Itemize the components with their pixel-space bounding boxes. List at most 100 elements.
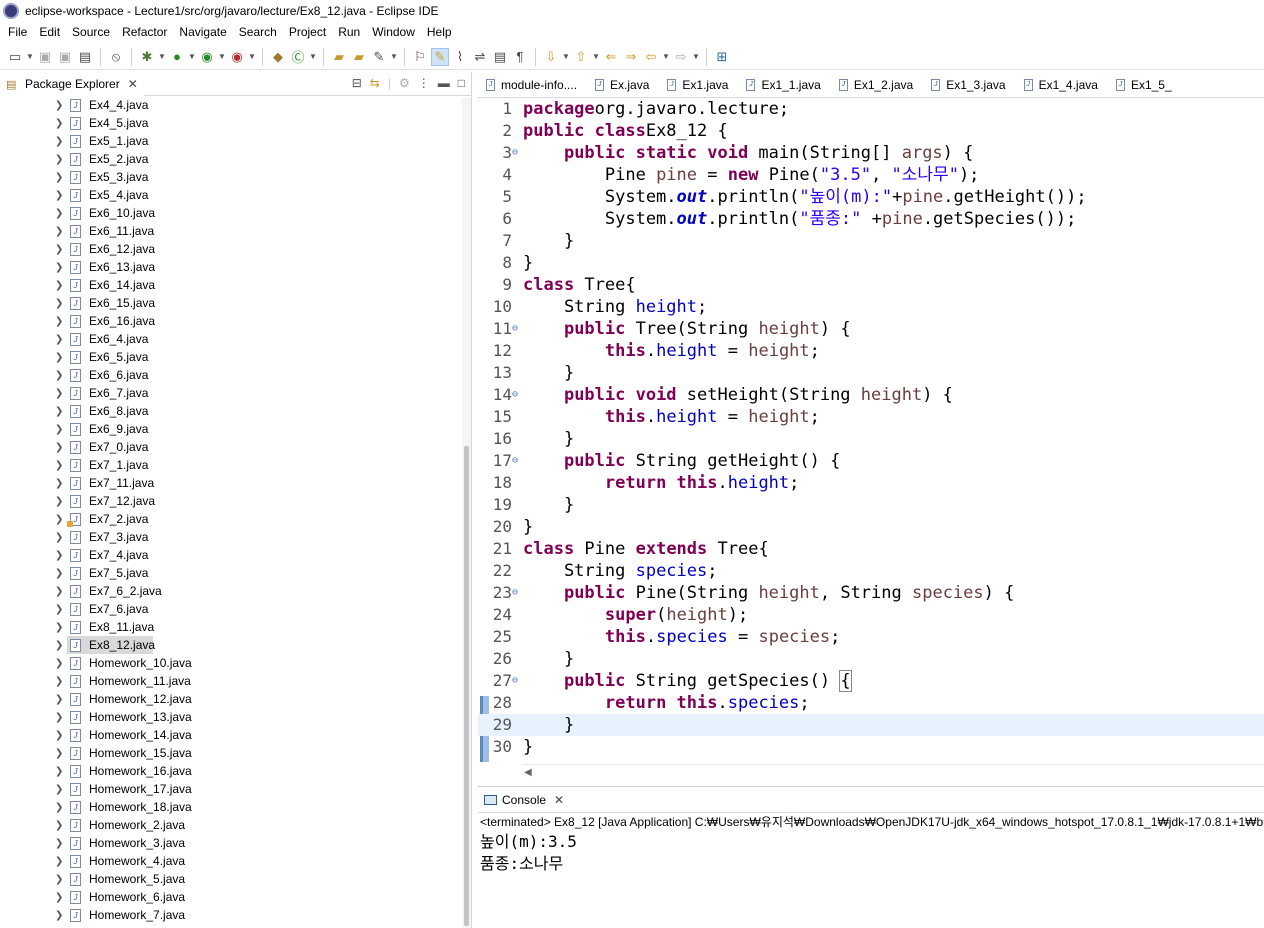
tree-item[interactable]: ❯ J Ex7_11.java: [0, 474, 462, 492]
save-icon[interactable]: ▣: [36, 48, 54, 66]
code-line[interactable]: 14 ⊖ public void setHeight(String height)…: [478, 384, 1264, 406]
tree-item[interactable]: ❯ J Ex4_5.java: [0, 114, 462, 132]
chevron-right-icon[interactable]: ❯: [55, 712, 63, 723]
chevron-right-icon[interactable]: ❯: [55, 172, 63, 183]
code-line[interactable]: 2 public classEx8_12 {: [478, 120, 1264, 142]
menu-run[interactable]: Run: [332, 25, 366, 39]
menu-edit[interactable]: Edit: [33, 25, 66, 39]
previous-annotation-icon[interactable]: ⇧: [572, 48, 590, 66]
external-tools-icon[interactable]: ◉: [228, 48, 246, 66]
chevron-right-icon[interactable]: ❯: [55, 424, 63, 435]
tree-item[interactable]: ❯ J Ex5_3.java: [0, 168, 462, 186]
chevron-right-icon[interactable]: ❯: [55, 640, 63, 651]
tree-item[interactable]: ❯ J Ex5_1.java: [0, 132, 462, 150]
tree-item[interactable]: ❯ J Ex6_11.java: [0, 222, 462, 240]
tree-item[interactable]: ❯ J Ex5_4.java: [0, 186, 462, 204]
fold-toggle-icon[interactable]: ⊖: [512, 142, 518, 164]
new-class-icon[interactable]: Ⓒ: [289, 48, 307, 66]
menu-search[interactable]: Search: [233, 25, 283, 39]
menu-refactor[interactable]: Refactor: [116, 25, 173, 39]
code-line[interactable]: 6 System.out.println("품종:" +pine.getSpec…: [478, 208, 1264, 230]
code-line[interactable]: 20}: [478, 516, 1264, 538]
code-line[interactable]: 21 class Pine extends Tree{: [478, 538, 1264, 560]
fold-toggle-icon[interactable]: ⊖: [512, 582, 518, 604]
tree-item[interactable]: ❯ J Ex6_9.java: [0, 420, 462, 438]
code-line[interactable]: 28 return this.species;: [478, 692, 1264, 714]
pilcrow-icon[interactable]: ¶: [511, 48, 529, 66]
code-line[interactable]: 12 this.height = height;: [478, 340, 1264, 362]
chevron-right-icon[interactable]: ❯: [55, 298, 63, 309]
new-class-dropdown-icon[interactable]: ▼: [309, 48, 317, 66]
editor-tab[interactable]: J Ex1_4.java: [1016, 72, 1108, 97]
tree-item[interactable]: ❯ J Homework_3.java: [0, 834, 462, 852]
open-type-icon[interactable]: ▰: [330, 48, 348, 66]
menu-navigate[interactable]: Navigate: [173, 25, 232, 39]
code-line[interactable]: 11 ⊖ public Tree(String height) {: [478, 318, 1264, 340]
code-line[interactable]: 5 System.out.println("높이(m):"+pine.getHe…: [478, 186, 1264, 208]
tree-item[interactable]: ❯ J Ex7_5.java: [0, 564, 462, 582]
code-line[interactable]: 22 String species;: [478, 560, 1264, 582]
close-icon[interactable]: ✕: [554, 793, 564, 807]
chevron-right-icon[interactable]: ❯: [55, 208, 63, 219]
code-line[interactable]: 29 }: [478, 714, 1264, 736]
toggle-breadcrumb-icon[interactable]: ⚐: [411, 48, 429, 66]
chevron-right-icon[interactable]: ❯: [55, 874, 63, 885]
chevron-right-icon[interactable]: ❯: [55, 370, 63, 381]
tree-item[interactable]: ❯ J Homework_12.java: [0, 690, 462, 708]
menu-file[interactable]: File: [2, 25, 33, 39]
debug-dropdown-icon[interactable]: ▼: [158, 48, 166, 66]
tree-item[interactable]: ❯ J Homework_18.java: [0, 798, 462, 816]
chevron-right-icon[interactable]: ❯: [55, 388, 63, 399]
run-icon[interactable]: ●: [168, 48, 186, 66]
chevron-right-icon[interactable]: ❯: [55, 226, 63, 237]
chevron-right-icon[interactable]: ❯: [55, 856, 63, 867]
tab-console[interactable]: Console: [502, 793, 546, 807]
back-icon[interactable]: ⇦: [642, 48, 660, 66]
chevron-right-icon[interactable]: ❯: [55, 892, 63, 903]
tree-item[interactable]: ❯ J Ex7_12.java: [0, 492, 462, 510]
chevron-right-icon[interactable]: ❯: [55, 622, 63, 633]
chevron-right-icon[interactable]: ❯: [55, 244, 63, 255]
fold-toggle-icon[interactable]: ⊖: [512, 670, 518, 692]
tree-item[interactable]: ❯ J Homework_4.java: [0, 852, 462, 870]
tree-item[interactable]: ❯ J Ex4_4.java: [0, 98, 462, 114]
tree-item[interactable]: ❯ J Ex6_6.java: [0, 366, 462, 384]
open-task-icon[interactable]: ▰: [350, 48, 368, 66]
chevron-right-icon[interactable]: ❯: [55, 694, 63, 705]
tree-item[interactable]: ❯ J Homework_16.java: [0, 762, 462, 780]
scroll-left-icon[interactable]: ◀: [524, 767, 532, 778]
editor-horizontal-scrollbar[interactable]: ◀: [522, 764, 1264, 780]
back-dropdown-icon[interactable]: ▼: [662, 48, 670, 66]
external-tools-dropdown-icon[interactable]: ▼: [248, 48, 256, 66]
chevron-right-icon[interactable]: ❯: [55, 406, 63, 417]
code-line[interactable]: 3 ⊖ public static void main(String[] args…: [478, 142, 1264, 164]
tree-item[interactable]: ❯ J Ex6_4.java: [0, 330, 462, 348]
code-line[interactable]: 17 ⊖ public String getHeight() {: [478, 450, 1264, 472]
package-explorer-scrollbar[interactable]: [462, 98, 471, 928]
tree-item[interactable]: ❯ J Homework_15.java: [0, 744, 462, 762]
chevron-right-icon[interactable]: ❯: [55, 820, 63, 831]
chevron-right-icon[interactable]: ❯: [55, 478, 63, 489]
chevron-right-icon[interactable]: ❯: [55, 514, 63, 525]
code-line[interactable]: 7 }: [478, 230, 1264, 252]
tree-item[interactable]: ❯ J Ex7_6.java: [0, 600, 462, 618]
tree-item[interactable]: ❯ J Homework_5.java: [0, 870, 462, 888]
chevron-right-icon[interactable]: ❯: [55, 550, 63, 561]
tree-item[interactable]: ❯ J Ex6_10.java: [0, 204, 462, 222]
chevron-right-icon[interactable]: ❯: [55, 442, 63, 453]
chevron-right-icon[interactable]: ❯: [55, 334, 63, 345]
code-line[interactable]: 30}: [478, 736, 1264, 758]
tree-item[interactable]: ❯ J Ex6_7.java: [0, 384, 462, 402]
fold-toggle-icon[interactable]: ⊖: [512, 384, 518, 406]
save-all-icon[interactable]: ▣: [56, 48, 74, 66]
forward-icon[interactable]: ⇨: [672, 48, 690, 66]
chevron-right-icon[interactable]: ❯: [55, 910, 63, 921]
editor-tab[interactable]: Jmodule-info....: [478, 72, 587, 97]
chevron-right-icon[interactable]: ❯: [55, 784, 63, 795]
next-annotation-icon[interactable]: ⇩: [542, 48, 560, 66]
minimize-icon[interactable]: ▬: [438, 76, 450, 90]
editor-tab[interactable]: J Ex1_3.java: [923, 72, 1015, 97]
code-line[interactable]: 27 ⊖ public String getSpecies() {: [478, 670, 1264, 692]
run-dropdown-icon[interactable]: ▼: [188, 48, 196, 66]
code-line[interactable]: 24 super(height);: [478, 604, 1264, 626]
